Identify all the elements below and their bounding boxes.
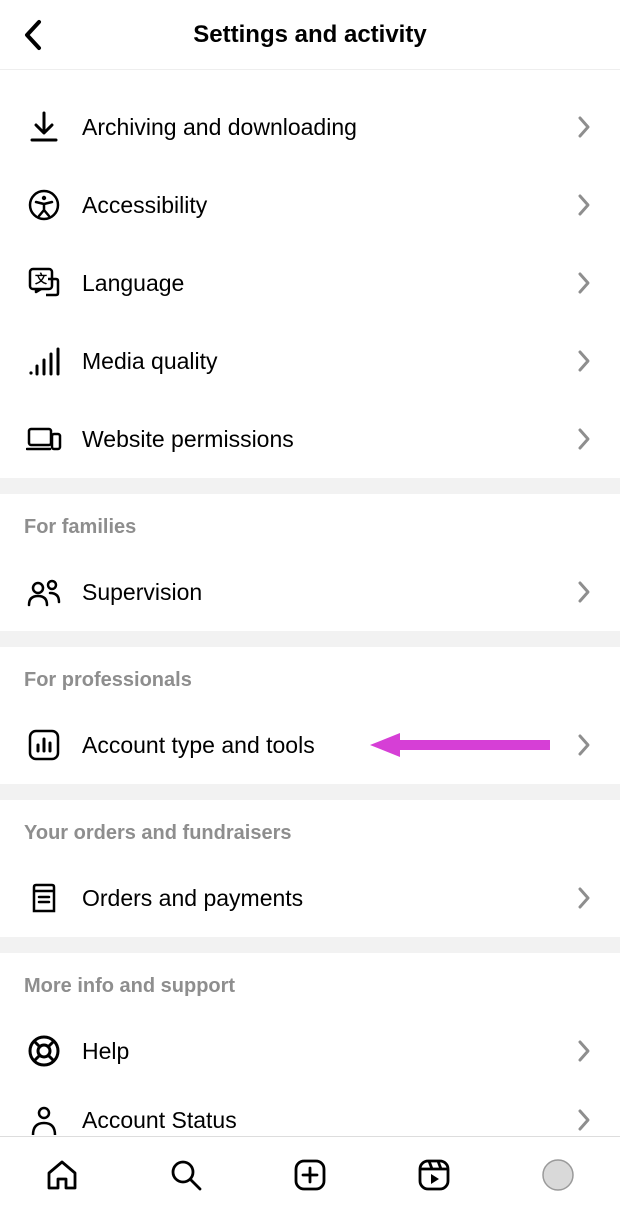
row-label: Media quality — [82, 348, 572, 375]
svg-text:文: 文 — [35, 271, 48, 286]
translate-icon: 文 — [24, 263, 64, 303]
chevron-right-icon — [572, 271, 596, 295]
tab-search[interactable] — [158, 1147, 214, 1203]
row-account-status[interactable]: Account Status — [0, 1090, 620, 1136]
row-archiving[interactable]: Archiving and downloading — [0, 88, 620, 166]
accessibility-icon — [24, 185, 64, 225]
section-divider — [0, 937, 620, 953]
section-divider — [0, 784, 620, 800]
receipt-icon — [24, 878, 64, 918]
chevron-left-icon — [22, 18, 44, 52]
row-label: Account Status — [82, 1107, 572, 1134]
bottom-tab-bar — [0, 1136, 620, 1212]
row-label: Supervision — [82, 579, 572, 606]
header-bar: Settings and activity — [0, 0, 620, 70]
row-orders-payments[interactable]: Orders and payments — [0, 859, 620, 937]
home-icon — [44, 1157, 80, 1193]
tab-create[interactable] — [282, 1147, 338, 1203]
section-orders-header: Your orders and fundraisers — [0, 800, 620, 859]
section-families-header: For families — [0, 494, 620, 553]
chevron-right-icon — [572, 580, 596, 604]
row-supervision[interactable]: Supervision — [0, 553, 620, 631]
section-professionals-header: For professionals — [0, 647, 620, 706]
plus-square-icon — [292, 1157, 328, 1193]
chevron-right-icon — [572, 193, 596, 217]
reels-icon — [416, 1157, 452, 1193]
section-divider — [0, 631, 620, 647]
profile-avatar-icon — [540, 1157, 576, 1193]
people-icon — [24, 572, 64, 612]
chevron-right-icon — [572, 1108, 596, 1132]
row-label: Archiving and downloading — [82, 114, 572, 141]
row-label: Website permissions — [82, 426, 572, 453]
back-button[interactable] — [8, 0, 58, 70]
row-label: Account type and tools — [82, 732, 572, 759]
lifebuoy-icon — [24, 1031, 64, 1071]
section-support-header: More info and support — [0, 953, 620, 1012]
row-label: Orders and payments — [82, 885, 572, 912]
row-label: Accessibility — [82, 192, 572, 219]
row-help[interactable]: Help — [0, 1012, 620, 1090]
chevron-right-icon — [572, 733, 596, 757]
chevron-right-icon — [572, 1039, 596, 1063]
download-icon — [24, 107, 64, 147]
chevron-right-icon — [572, 115, 596, 139]
devices-icon — [24, 419, 64, 459]
chevron-right-icon — [572, 427, 596, 451]
row-language[interactable]: 文 Language — [0, 244, 620, 322]
row-website-permissions[interactable]: Website permissions — [0, 400, 620, 478]
row-media-quality[interactable]: Media quality — [0, 322, 620, 400]
tab-reels[interactable] — [406, 1147, 462, 1203]
settings-screen: Settings and activity Archiving and down… — [0, 0, 620, 1212]
settings-content: Archiving and downloading Accessibility … — [0, 70, 620, 1136]
tab-home[interactable] — [34, 1147, 90, 1203]
section-divider — [0, 478, 620, 494]
row-label: Help — [82, 1038, 572, 1065]
cell-bars-icon — [24, 341, 64, 381]
chevron-right-icon — [572, 886, 596, 910]
page-title: Settings and activity — [193, 21, 426, 49]
tab-profile[interactable] — [530, 1147, 586, 1203]
row-label: Language — [82, 270, 572, 297]
search-icon — [168, 1157, 204, 1193]
chevron-right-icon — [572, 349, 596, 373]
bar-chart-icon — [24, 725, 64, 765]
person-icon — [24, 1100, 64, 1136]
row-account-type-tools[interactable]: Account type and tools — [0, 706, 620, 784]
row-accessibility[interactable]: Accessibility — [0, 166, 620, 244]
